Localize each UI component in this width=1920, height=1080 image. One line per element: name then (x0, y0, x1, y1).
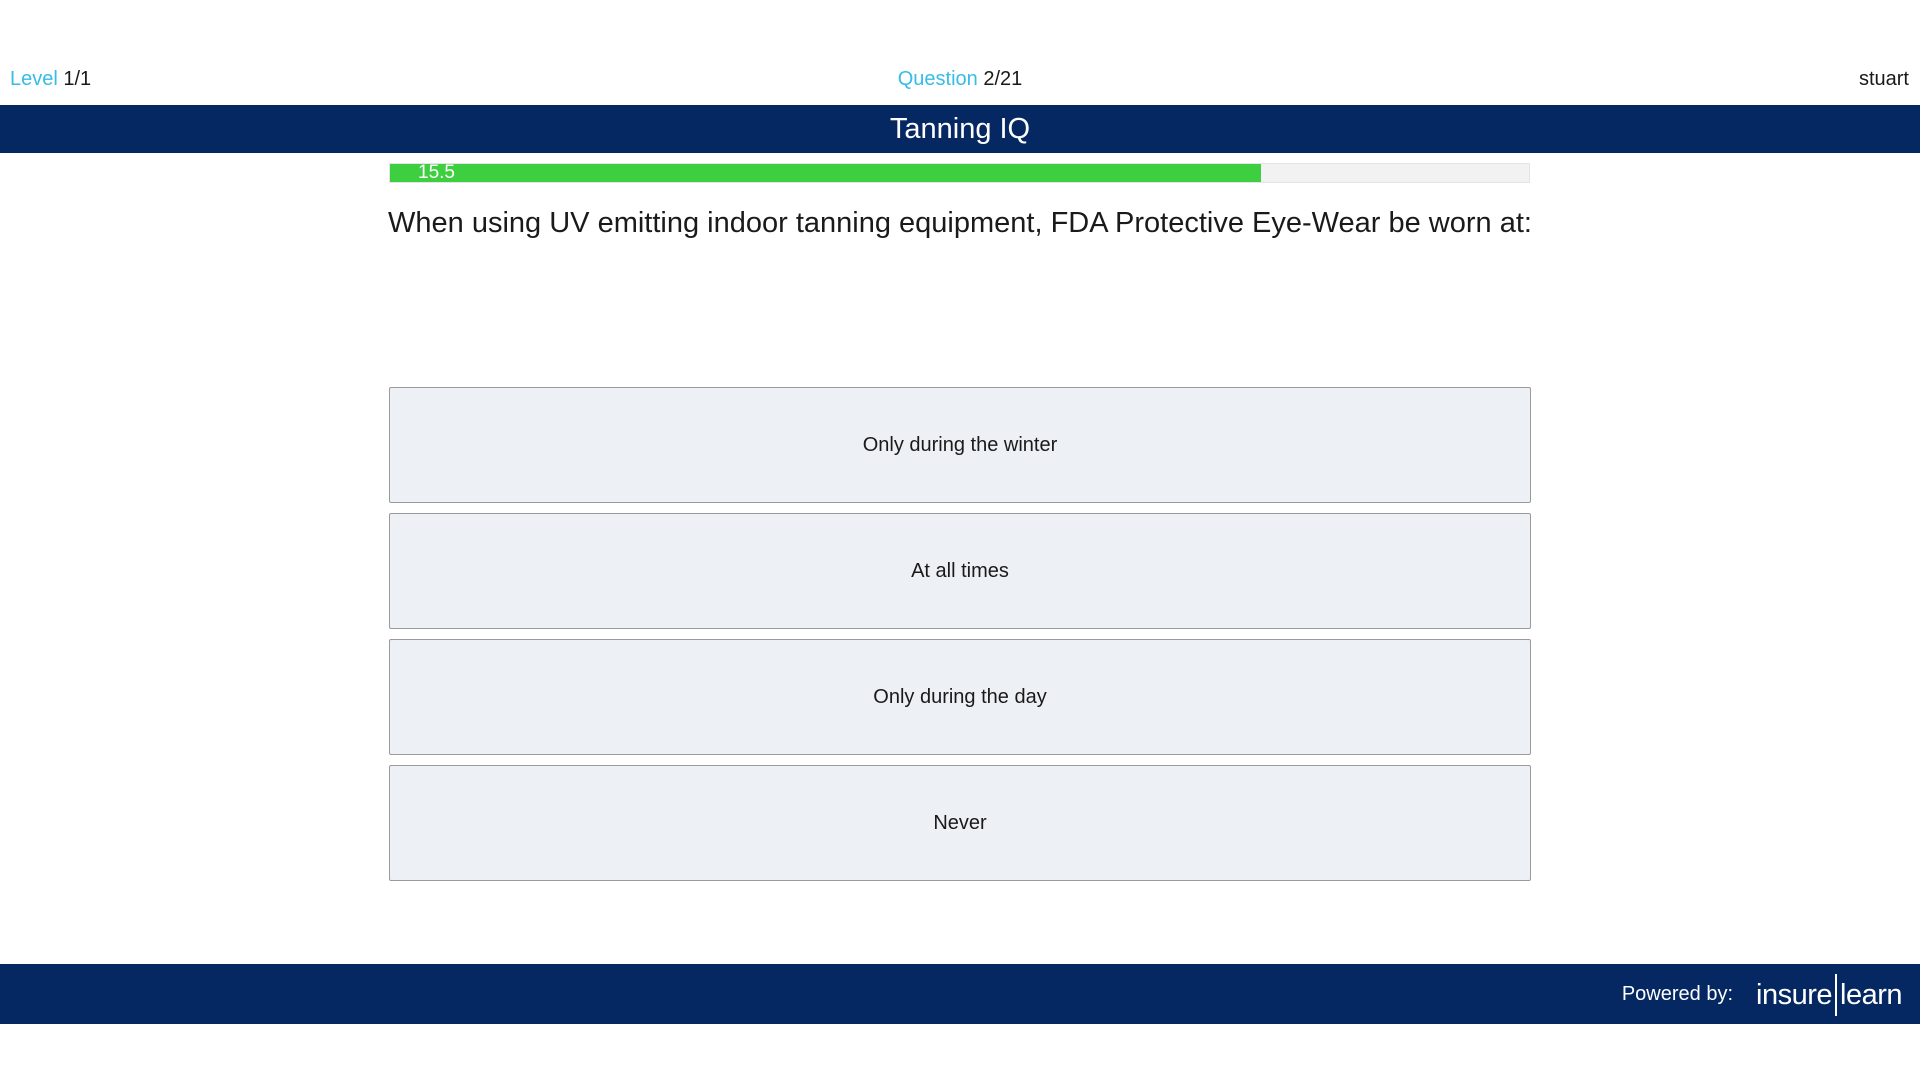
answer-list: Only during the winter At all times Only… (389, 387, 1531, 891)
timer-progress-bar: 15.5 (389, 163, 1530, 183)
top-status-row: Level 1/1 Question 2/21 stuart (0, 66, 1920, 96)
brand-left-text: insure (1756, 978, 1833, 1011)
username: stuart (1858, 68, 1909, 90)
answer-option-label: Never (933, 811, 987, 834)
answer-option-label: Only during the day (873, 685, 1047, 708)
timer-progress-fill (390, 164, 1262, 182)
answer-option-label: At all times (911, 559, 1009, 582)
footer-bar: Powered by: insure learn (0, 964, 1920, 1024)
timer-progress-label: 15.5 (418, 162, 455, 183)
question-label: Question (897, 68, 978, 90)
quiz-title: Tanning IQ (889, 112, 1031, 145)
insurelearn-logo: insure learn (1756, 974, 1903, 1016)
answer-option-4[interactable]: Never (389, 765, 1531, 881)
powered-by-label: Powered by: (1621, 983, 1733, 1005)
answer-option-2[interactable]: At all times (389, 513, 1531, 629)
brand-right-text: learn (1840, 978, 1903, 1011)
answer-option-1[interactable]: Only during the winter (389, 387, 1531, 503)
question-counter: Question 2/21 (0, 66, 1920, 92)
answer-option-3[interactable]: Only during the day (389, 639, 1531, 755)
brand-divider (1835, 974, 1837, 1016)
question-text: When using UV emitting indoor tanning eq… (388, 207, 1532, 239)
quiz-title-bar: Tanning IQ (0, 105, 1920, 153)
question-value: 2/21 (983, 68, 1023, 90)
answer-option-label: Only during the winter (862, 433, 1058, 456)
